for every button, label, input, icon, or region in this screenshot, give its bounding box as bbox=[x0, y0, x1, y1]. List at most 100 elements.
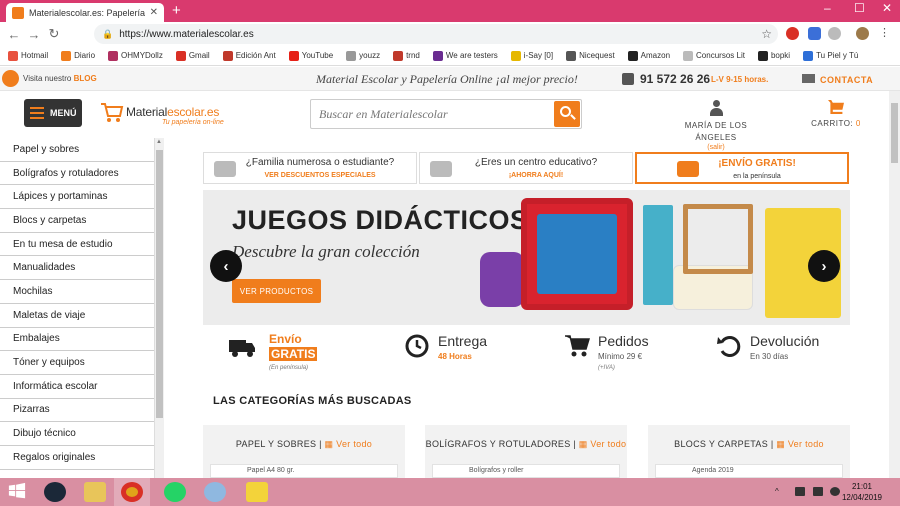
paint-icon[interactable] bbox=[204, 482, 226, 502]
extension-cloud-icon[interactable] bbox=[828, 27, 841, 40]
feature-school-center[interactable]: ¿Eres un centro educativo? ¡AHORRA AQUÍ! bbox=[419, 152, 633, 184]
category-subitem[interactable]: Bolígrafos y roller bbox=[432, 464, 620, 478]
windows-start-icon[interactable] bbox=[8, 482, 30, 502]
banner-subtitle: Descubre la gran colección bbox=[232, 242, 420, 261]
account-link[interactable]: MARÍA DE LOS ÁNGELES (salir) bbox=[680, 100, 752, 151]
address-bar[interactable]: 🔒 https://www.materialescolar.es ☆ bbox=[94, 24, 778, 44]
sidebar-category-item[interactable]: Blocs y carpetas bbox=[0, 209, 154, 233]
category-card[interactable]: PAPEL Y SOBRES | ▦ Ver todo Papel A4 80 … bbox=[203, 425, 405, 478]
page-scrollbar[interactable] bbox=[889, 91, 900, 478]
feature-sub[interactable]: VER DESCUENTOS ESPECIALES bbox=[204, 172, 416, 179]
sidebar-category-item[interactable]: Manualidades bbox=[0, 256, 154, 281]
view-products-button[interactable]: VER PRODUCTOS bbox=[232, 279, 321, 303]
tray-up-icon[interactable]: ^ bbox=[775, 487, 785, 496]
bookmark-item[interactable]: youzz bbox=[346, 50, 380, 61]
network-icon[interactable] bbox=[795, 487, 805, 496]
logout-link[interactable]: (salir) bbox=[680, 144, 752, 151]
chrome-icon[interactable] bbox=[121, 482, 143, 502]
browser-menu-icon[interactable]: ⋮ bbox=[878, 27, 891, 40]
clock-date: 12/04/2019 bbox=[841, 493, 882, 502]
category-card[interactable]: BLOCS Y CARPETAS | ▦ Ver todo Agenda 201… bbox=[648, 425, 850, 478]
blog-link-label[interactable]: BLOG bbox=[74, 74, 97, 83]
new-tab-icon[interactable]: + bbox=[172, 2, 181, 19]
sidebar-category-item[interactable]: Papel y sobres bbox=[0, 138, 154, 162]
menu-label: MENÚ bbox=[50, 108, 77, 118]
sidebar-category-item[interactable]: Regalos originales bbox=[0, 446, 154, 470]
bookmark-item[interactable]: YouTube bbox=[288, 50, 333, 61]
bookmark-item[interactable]: Amazon bbox=[627, 50, 670, 61]
sidebar-scrollbar[interactable]: ▲ bbox=[155, 138, 164, 478]
feature-family-discount[interactable]: ¿Familia numerosa o estudiante? VER DESC… bbox=[203, 152, 417, 184]
address-url[interactable]: https://www.materialescolar.es bbox=[119, 29, 254, 40]
sidebar-category-item[interactable]: Pizarras bbox=[0, 399, 154, 423]
sticky-notes-icon[interactable] bbox=[246, 482, 268, 502]
sidebar-category-item[interactable]: Mochilas bbox=[0, 280, 154, 304]
category-card[interactable]: BOLÍGRAFOS Y ROTULADORES | ▦ Ver todo Bo… bbox=[425, 425, 627, 478]
back-icon[interactable]: ← bbox=[4, 27, 24, 42]
forward-icon[interactable]: → bbox=[24, 27, 44, 42]
browser-tab[interactable]: Materialescolar.es: Papelería Onl ✕ bbox=[6, 3, 164, 22]
bookmark-item[interactable]: Concursos Lit bbox=[683, 50, 745, 61]
system-clock[interactable]: 21:01 12/04/2019 bbox=[842, 481, 882, 503]
logo-main: Material bbox=[126, 105, 168, 119]
bookmark-star-icon[interactable]: ☆ bbox=[761, 27, 772, 41]
carousel-next-button[interactable]: › bbox=[808, 250, 840, 282]
contact-link[interactable]: CONTACTA bbox=[820, 75, 873, 85]
page-scroll-thumb[interactable] bbox=[891, 103, 898, 163]
reload-icon[interactable]: ↻ bbox=[44, 26, 64, 42]
bookmark-item[interactable]: We are testers bbox=[432, 50, 498, 61]
feature-sub[interactable]: ¡AHORRA AQUÍ! bbox=[420, 172, 632, 179]
volume-icon[interactable] bbox=[830, 487, 840, 496]
cart-link[interactable]: CARRITO: 0 bbox=[810, 100, 862, 128]
sidebar-category-item[interactable]: En tu mesa de estudio bbox=[0, 233, 154, 257]
extension-red-icon[interactable] bbox=[786, 27, 799, 40]
view-all-link[interactable]: ▦ Ver todo bbox=[325, 439, 373, 449]
hero-banner[interactable]: JUEGOS DIDÁCTICOS Descubre la gran colec… bbox=[203, 190, 850, 325]
sidebar-category-item[interactable]: Informática escolar bbox=[0, 375, 154, 399]
sidebar-category-item[interactable]: Bolígrafos y rotuladores bbox=[0, 162, 154, 186]
tab-close-icon[interactable]: ✕ bbox=[150, 7, 158, 18]
mail-icon[interactable] bbox=[802, 74, 815, 83]
carousel-prev-button[interactable]: ‹ bbox=[210, 250, 242, 282]
bookmark-item[interactable]: trnd bbox=[393, 50, 420, 61]
view-all-link[interactable]: ▦ Ver todo bbox=[776, 439, 824, 449]
sidebar-category-item[interactable]: Lápices y portaminas bbox=[0, 185, 154, 210]
phone-number[interactable]: 91 572 26 26 bbox=[640, 72, 710, 86]
bookmark-item[interactable]: Edición Ant bbox=[222, 50, 276, 61]
sidebar-category-item[interactable]: Maletas de viaje bbox=[0, 304, 154, 328]
minimize-icon[interactable]: – bbox=[824, 1, 831, 15]
view-all-link[interactable]: ▦ Ver todo bbox=[579, 439, 627, 449]
sidebar-category-item[interactable]: Embalajes bbox=[0, 328, 154, 352]
bookmark-item[interactable]: Hotmail bbox=[8, 50, 48, 61]
benefit-delivery: Entrega 48 Horas bbox=[404, 332, 514, 374]
extension-blue-icon[interactable] bbox=[808, 27, 821, 40]
scroll-up-icon[interactable]: ▲ bbox=[156, 139, 162, 145]
bookmark-item[interactable]: OHMYDollz bbox=[108, 50, 163, 61]
steam-icon[interactable] bbox=[44, 482, 66, 502]
file-explorer-icon[interactable] bbox=[84, 482, 106, 502]
category-subitem[interactable]: Agenda 2019 bbox=[655, 464, 843, 478]
battery-icon[interactable] bbox=[813, 487, 823, 496]
bookmark-item[interactable]: bopki bbox=[757, 50, 790, 61]
maximize-icon[interactable]: ☐ bbox=[854, 1, 865, 15]
bookmark-item[interactable]: i-Say [0] bbox=[510, 50, 553, 61]
search-button[interactable] bbox=[554, 101, 580, 127]
sidebar-category-item[interactable]: Tóner y equipos bbox=[0, 351, 154, 375]
bookmark-item[interactable]: Gmail bbox=[175, 50, 210, 61]
blog-link[interactable]: Visita nuestro BLOG bbox=[23, 74, 97, 83]
profile-avatar[interactable] bbox=[856, 27, 869, 40]
whatsapp-icon[interactable] bbox=[164, 482, 186, 502]
blog-icon[interactable] bbox=[2, 70, 19, 87]
sidebar-scroll-thumb[interactable] bbox=[156, 150, 163, 418]
sidebar-category-item[interactable]: Dibujo técnico bbox=[0, 422, 154, 446]
menu-button[interactable]: MENÚ bbox=[24, 99, 82, 127]
bookmark-item[interactable]: Tu Piel y Tú bbox=[803, 50, 858, 61]
logo-wordmark: Materialescolar.es bbox=[126, 105, 219, 119]
bookmark-item[interactable]: Diario bbox=[61, 50, 95, 61]
bookmark-item[interactable]: Nicequest bbox=[566, 50, 615, 61]
feature-free-shipping[interactable]: ¡ENVÍO GRATIS! en la península bbox=[635, 152, 849, 184]
category-subitem[interactable]: Papel A4 80 gr. bbox=[210, 464, 398, 478]
bookmark-favicon-icon bbox=[566, 50, 577, 61]
window-close-icon[interactable]: ✕ bbox=[882, 1, 892, 15]
search-input[interactable] bbox=[311, 100, 551, 128]
